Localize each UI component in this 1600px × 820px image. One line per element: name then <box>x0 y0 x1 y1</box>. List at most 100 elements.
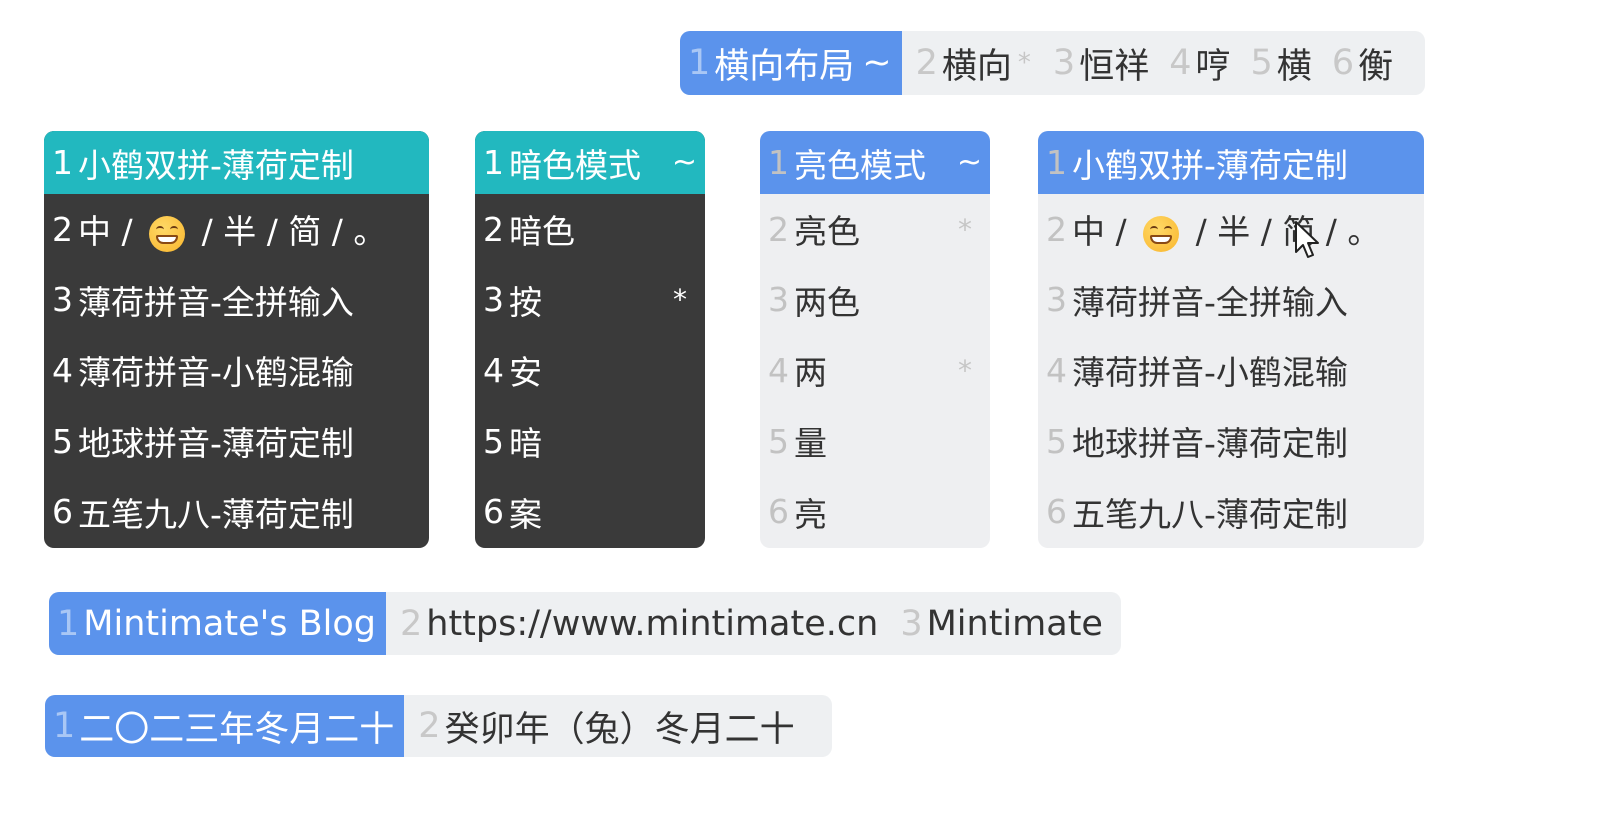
candidate-2[interactable]: 2 暗色 <box>475 194 705 265</box>
candidate-text: 小鹤双拼-薄荷定制 <box>1072 145 1348 185</box>
candidate-number: 2 <box>915 43 938 83</box>
candidate-text: 五笔九八-薄荷定制 <box>78 494 354 534</box>
candidate-text-part: 中 / <box>78 212 133 252</box>
candidate-2[interactable]: 2 中 / / 半 / 简 / 。 <box>44 194 429 265</box>
light-candidate-list-schema: 1 小鹤双拼-薄荷定制 2 中 / / 半 / 简 / 。 3 薄荷拼音-全拼输… <box>1038 131 1424 548</box>
candidate-text: 安 <box>509 353 542 393</box>
candidate-text: 案 <box>509 494 542 534</box>
candidate-text-part: / 半 / 简 / 。 <box>201 212 387 252</box>
candidate-number: 6 <box>768 492 789 532</box>
candidate-text: 亮色 <box>794 212 860 252</box>
candidate-number: 2 <box>418 706 441 746</box>
candidate-number: 4 <box>1046 350 1067 390</box>
dark-candidate-list-mode: 1 暗色模式 ~ 2 暗色 3 按 * 4 安 5 暗 6 案 <box>475 131 705 548</box>
candidate-1[interactable]: 1 暗色模式 ~ <box>475 131 705 194</box>
candidate-number: 5 <box>52 421 73 461</box>
candidate-text: 按 <box>509 282 542 322</box>
candidate-number: 2 <box>768 209 789 249</box>
grinning-face-icon <box>1143 215 1180 252</box>
candidate-6[interactable]: 6 五笔九八-薄荷定制 <box>44 476 429 547</box>
candidate-number: 5 <box>483 421 504 461</box>
candidate-number: 6 <box>52 492 73 532</box>
candidate-5[interactable]: 5 横 <box>1239 31 1320 95</box>
candidate-number: 3 <box>483 280 504 320</box>
horizontal-candidate-bar-date: 1 二〇二三年冬月二十 2 癸卯年（兔）冬月二十 <box>45 695 832 757</box>
candidate-number: 4 <box>1169 43 1192 83</box>
candidate-number: 4 <box>768 350 789 390</box>
candidate-number: 2 <box>1046 209 1067 249</box>
candidate-text: 两 <box>794 353 827 393</box>
candidate-text: 地球拼音-薄荷定制 <box>1072 424 1348 464</box>
candidate-mark: ~ <box>956 145 982 180</box>
candidate-5[interactable]: 5 量 <box>760 406 990 477</box>
candidate-mark: ~ <box>862 43 892 83</box>
candidate-text: 小鹤双拼-薄荷定制 <box>78 145 354 185</box>
candidate-4[interactable]: 4 安 <box>475 335 705 406</box>
candidate-number: 1 <box>57 603 80 644</box>
candidate-1[interactable]: 1 Mintimate's Blog <box>49 592 386 655</box>
candidate-number: 1 <box>768 143 789 182</box>
candidate-2[interactable]: 2 癸卯年（兔）冬月二十 <box>404 695 802 757</box>
candidate-3[interactable]: 3 两色 <box>760 265 990 336</box>
candidate-1[interactable]: 1 小鹤双拼-薄荷定制 <box>1038 131 1424 194</box>
candidate-3[interactable]: 3 薄荷拼音-全拼输入 <box>44 265 429 336</box>
candidate-number: 2 <box>52 209 73 249</box>
candidate-text: 暗色 <box>509 212 575 252</box>
candidate-text: 薄荷拼音-小鹤混输 <box>1072 353 1348 393</box>
candidate-text: https://www.mintimate.cn <box>426 603 879 644</box>
candidate-2[interactable]: 2 中 / / 半 / 简 / 。 <box>1038 194 1424 265</box>
candidate-text: 衡 <box>1358 46 1394 87</box>
candidate-text-part: 中 / <box>1072 212 1127 252</box>
candidate-number: 3 <box>1046 280 1067 320</box>
candidate-3[interactable]: 3 恒祥 <box>1039 31 1157 95</box>
candidate-text: Mintimate <box>926 603 1103 644</box>
candidate-text: 暗色模式 <box>509 145 641 185</box>
candidate-number: 5 <box>1046 421 1067 461</box>
candidate-text: 中 / / 半 / 简 / 。 <box>1072 205 1380 253</box>
candidate-mark: * <box>958 353 972 387</box>
candidate-2[interactable]: 2 横向 * <box>902 31 1039 95</box>
candidate-mark: * <box>958 212 972 246</box>
candidate-number: 4 <box>52 350 73 390</box>
candidate-6[interactable]: 6 案 <box>475 476 705 547</box>
candidate-1[interactable]: 1 二〇二三年冬月二十 <box>45 695 405 757</box>
candidate-number: 1 <box>53 706 76 746</box>
candidate-text: 横向布局 <box>714 46 855 87</box>
dark-candidate-list-schema: 1 小鹤双拼-薄荷定制 2 中 / / 半 / 简 / 。 3 薄荷拼音-全拼输… <box>44 131 429 548</box>
candidate-4[interactable]: 4 薄荷拼音-小鹤混输 <box>44 335 429 406</box>
candidate-3[interactable]: 3 按 * <box>475 265 705 336</box>
candidate-4[interactable]: 4 两 * <box>760 335 990 406</box>
candidate-2[interactable]: 2 https://www.mintimate.cn <box>386 592 886 655</box>
candidate-text: 哼 <box>1195 46 1231 87</box>
horizontal-candidate-bar-blog: 1 Mintimate's Blog 2 https://www.mintima… <box>49 592 1121 655</box>
candidate-number: 4 <box>483 350 504 390</box>
candidate-text-part: / 半 / 简 / 。 <box>1195 212 1381 252</box>
light-candidate-list-mode: 1 亮色模式 ~ 2 亮色 * 3 两色 4 两 * 5 量 6 亮 <box>760 131 990 548</box>
candidate-text: 癸卯年（兔）冬月二十 <box>444 709 795 750</box>
candidate-3[interactable]: 3 Mintimate <box>886 592 1111 655</box>
candidate-2[interactable]: 2 亮色 * <box>760 194 990 265</box>
candidate-4[interactable]: 4 薄荷拼音-小鹤混输 <box>1038 335 1424 406</box>
candidate-number: 3 <box>52 280 73 320</box>
candidate-5[interactable]: 5 地球拼音-薄荷定制 <box>44 406 429 477</box>
candidate-number: 3 <box>1052 43 1076 83</box>
candidate-6[interactable]: 6 亮 <box>760 476 990 547</box>
candidate-text: 地球拼音-薄荷定制 <box>78 424 354 464</box>
candidate-text: 亮色模式 <box>794 145 926 185</box>
candidate-number: 1 <box>52 143 73 182</box>
candidate-mark: * <box>673 283 687 317</box>
candidate-number: 5 <box>1250 43 1273 83</box>
candidate-3[interactable]: 3 薄荷拼音-全拼输入 <box>1038 265 1424 336</box>
candidate-6[interactable]: 6 衡 <box>1320 31 1401 95</box>
candidate-6[interactable]: 6 五笔九八-薄荷定制 <box>1038 476 1424 547</box>
candidate-5[interactable]: 5 暗 <box>475 406 705 477</box>
candidate-1[interactable]: 1 亮色模式 ~ <box>760 131 990 194</box>
candidate-4[interactable]: 4 哼 <box>1157 31 1238 95</box>
candidate-1[interactable]: 1 横向布局 ~ <box>680 31 902 95</box>
candidate-number: 3 <box>900 603 923 644</box>
candidate-1[interactable]: 1 小鹤双拼-薄荷定制 <box>44 131 429 194</box>
candidate-number: 2 <box>483 209 504 249</box>
candidate-text: Mintimate's Blog <box>83 603 376 644</box>
grinning-face-icon <box>149 215 186 252</box>
candidate-5[interactable]: 5 地球拼音-薄荷定制 <box>1038 406 1424 477</box>
